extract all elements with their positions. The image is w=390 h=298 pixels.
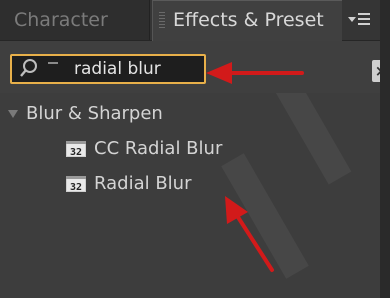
annotation-arrow-search: [206, 62, 304, 84]
effects-presets-panel: Character Effects & Preset radial blur B…: [0, 0, 390, 298]
annotation-arrows: [206, 62, 304, 272]
annotation-arrow-radial-blur: [225, 196, 274, 272]
